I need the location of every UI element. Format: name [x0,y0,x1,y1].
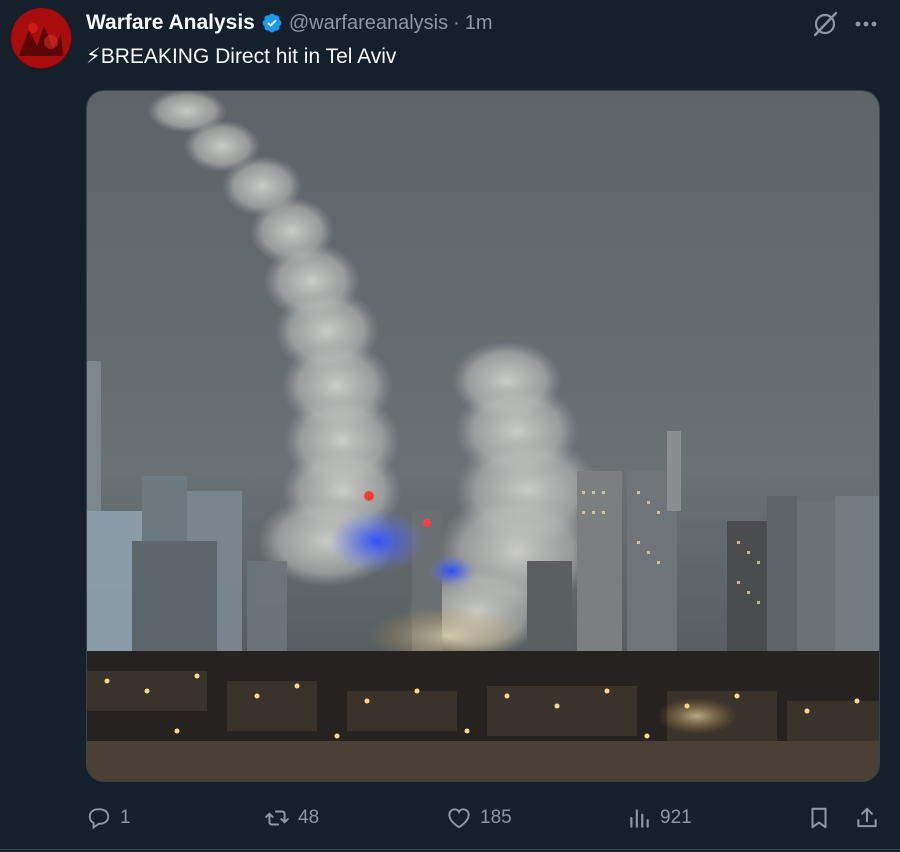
like-button[interactable]: 185 [446,800,512,836]
more-options-icon[interactable] [852,14,880,34]
bookmark-button[interactable] [806,800,832,836]
share-icon [857,807,877,828]
divider [0,849,900,850]
reply-button[interactable]: 1 [86,800,131,836]
reply-count: 1 [120,807,131,828]
photo-city-night-smoke [87,91,879,781]
author-handle[interactable]: @warfareanalysis [289,12,448,35]
bookmark-icon [811,807,827,829]
views-chart-icon [630,809,649,828]
views-button[interactable]: 921 [626,800,692,836]
tweet: Warfare Analysis @warfareanalysis · 1m ⚡… [0,0,900,852]
author-name[interactable]: Warfare Analysis [86,11,255,35]
tweet-text: ⚡BREAKING Direct hit in Tel Aviv [86,45,397,68]
verified-badge-icon [262,13,282,33]
grok-icon[interactable] [811,10,839,38]
share-button[interactable] [854,800,880,836]
tweet-header: Warfare Analysis @warfareanalysis · 1m [86,10,493,36]
retweet-button[interactable]: 48 [264,800,319,836]
tweet-actions-bar: 1 48 185 921 [86,800,880,836]
retweet-icon [265,810,289,826]
heart-icon [448,808,470,829]
avatar-image [11,8,71,68]
view-count: 921 [660,807,692,828]
separator-dot: · [453,11,460,34]
timestamp[interactable]: 1m [465,12,493,35]
tweet-media-photo[interactable] [86,90,880,782]
reply-icon [88,808,110,830]
like-count: 185 [480,807,512,828]
retweet-count: 48 [298,807,320,828]
avatar[interactable] [11,8,72,69]
